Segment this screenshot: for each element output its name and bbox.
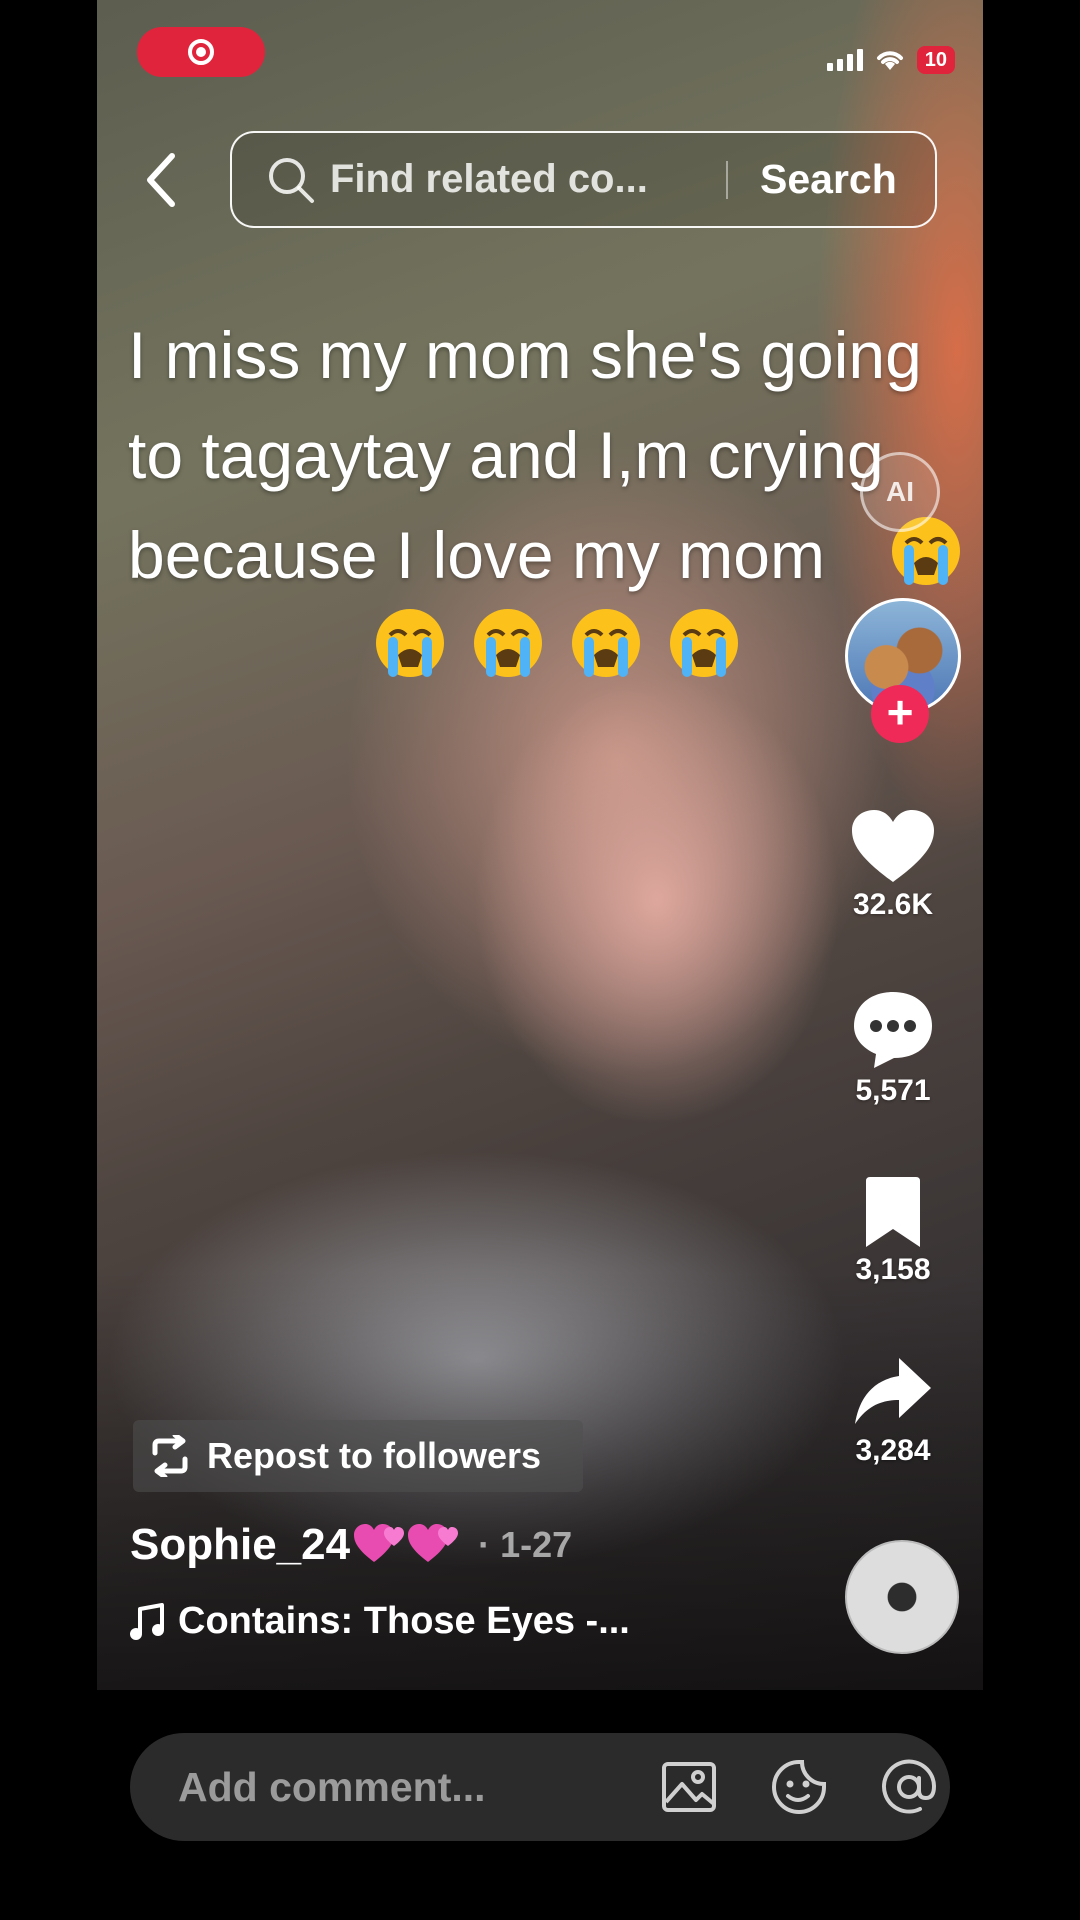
bookmark-icon xyxy=(866,1177,920,1247)
comment-bubble-icon xyxy=(854,992,932,1068)
image-icon[interactable] xyxy=(660,1758,718,1816)
revolving-hearts-emoji-icon xyxy=(408,1524,459,1562)
mention-at-icon[interactable] xyxy=(880,1758,938,1816)
crying-emoji-row xyxy=(372,605,742,681)
search-input[interactable]: Find related co... xyxy=(330,157,700,202)
search-icon xyxy=(269,157,314,203)
wifi-icon xyxy=(876,51,903,70)
ai-label-badge[interactable]: AI xyxy=(860,452,940,532)
caption-line: to tagaytay and I,m crying xyxy=(128,418,884,492)
repost-label: Repost to followers xyxy=(207,1435,542,1476)
share-arrow-icon xyxy=(855,1358,931,1424)
like-count: 32.6K xyxy=(852,888,934,921)
share-count: 3,284 xyxy=(855,1434,931,1467)
comment-bar[interactable]: Add comment... xyxy=(130,1733,950,1841)
caption-line: I miss my mom she's going xyxy=(128,318,922,392)
search-button[interactable]: Search xyxy=(760,156,897,203)
crying-emoji-icon xyxy=(376,609,444,677)
screen-record-indicator xyxy=(137,27,265,77)
comment-button[interactable]: 5,571 xyxy=(833,988,953,1108)
caption-line: because I love my mom xyxy=(128,518,825,592)
revolving-hearts-emoji-icon xyxy=(354,1524,405,1562)
follow-plus-button[interactable]: + xyxy=(871,685,929,743)
record-icon xyxy=(188,39,214,65)
crying-emoji-icon xyxy=(670,609,738,677)
sound-disc-thumbnail[interactable] xyxy=(845,1540,959,1654)
repost-to-followers-button[interactable]: Repost to followers xyxy=(133,1420,583,1492)
sticker-emoji-icon[interactable] xyxy=(770,1758,828,1816)
share-button[interactable]: 3,284 xyxy=(833,1354,953,1468)
battery-indicator: 10 xyxy=(916,46,955,74)
search-bar[interactable]: Find related co... Search xyxy=(230,131,937,228)
repost-icon xyxy=(152,1435,188,1477)
like-button[interactable]: 32.6K xyxy=(833,808,953,922)
favorite-button[interactable]: 3,158 xyxy=(833,1175,953,1287)
crying-emoji-icon xyxy=(572,609,640,677)
sound-info[interactable]: Contains: Those Eyes -... xyxy=(130,1600,630,1643)
status-bar-right: 10 xyxy=(826,46,955,74)
video-caption: I miss my mom she's going to tagaytay an… xyxy=(128,305,988,605)
music-note-icon xyxy=(130,1602,164,1640)
cellular-signal-icon xyxy=(826,49,863,71)
heart-icon xyxy=(852,810,934,882)
author-username[interactable]: Sophie_24 xyxy=(130,1520,350,1570)
search-divider xyxy=(726,160,728,199)
post-date: · 1-27 xyxy=(478,1524,573,1565)
favorite-count: 3,158 xyxy=(855,1253,931,1286)
sound-title[interactable]: Contains: Those Eyes -... xyxy=(178,1600,630,1643)
crying-emoji-icon xyxy=(474,609,542,677)
back-arrow-icon[interactable] xyxy=(140,150,180,210)
comment-count: 5,571 xyxy=(855,1074,931,1107)
comment-input[interactable]: Add comment... xyxy=(178,1764,608,1811)
post-author-row[interactable]: Sophie_24 · 1-27 xyxy=(130,1520,572,1570)
